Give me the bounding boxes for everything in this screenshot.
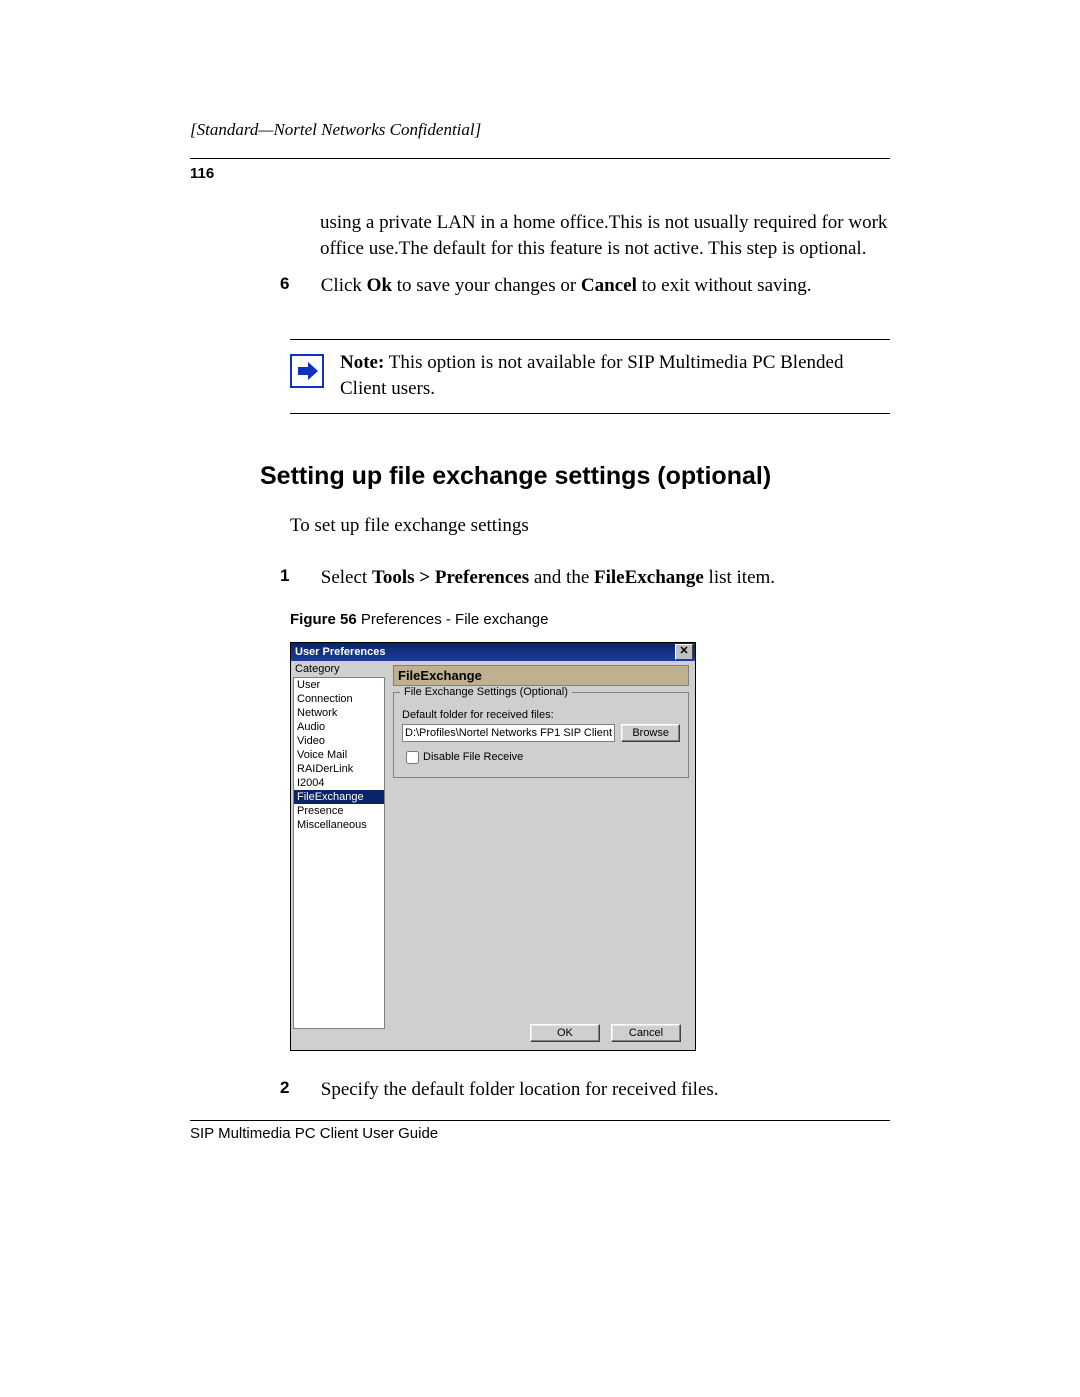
continued-paragraph: using a private LAN in a home office.Thi… <box>320 210 890 261</box>
bold-ok: Ok <box>367 275 392 296</box>
preferences-dialog: User Preferences ✕ Category UserConnecti… <box>290 642 696 1051</box>
step-2: 2 Specify the default folder location fo… <box>280 1077 890 1103</box>
figure-caption: Figure 56 Preferences - File exchange <box>290 611 890 628</box>
note-label: Note: <box>340 352 384 373</box>
header-rule <box>190 158 890 159</box>
folder-path-input[interactable] <box>402 724 615 742</box>
note-body: This option is not available for SIP Mul… <box>340 352 843 399</box>
section-heading: Setting up file exchange settings (optio… <box>260 462 890 491</box>
step-number: 6 <box>280 273 316 296</box>
text-fragment: and the <box>529 567 594 588</box>
category-item[interactable]: Presence <box>294 804 384 818</box>
disable-receive-checkbox[interactable] <box>406 751 419 764</box>
step-6: 6 Click Ok to save your changes or Cance… <box>280 273 890 299</box>
close-button[interactable]: ✕ <box>675 644 693 660</box>
arrow-right-icon <box>290 354 324 388</box>
step-1: 1 Select Tools > Preferences and the Fil… <box>280 565 890 591</box>
step-text: Click Ok to save your changes or Cancel … <box>321 273 881 299</box>
figure-title: Preferences - File exchange <box>357 611 549 628</box>
category-label: Category <box>295 663 385 675</box>
footer-guide-title: SIP Multimedia PC Client User Guide <box>190 1125 890 1142</box>
settings-groupbox: File Exchange Settings (Optional) Defaul… <box>393 692 689 778</box>
text-fragment: Click <box>321 275 367 296</box>
step-text: Select Tools > Preferences and the FileE… <box>321 565 881 591</box>
text-fragment: to exit without saving. <box>637 275 812 296</box>
bold-item: FileExchange <box>594 567 704 588</box>
browse-button[interactable]: Browse <box>621 724 680 742</box>
dialog-title: User Preferences <box>295 643 386 661</box>
text-fragment: to save your changes or <box>392 275 581 296</box>
dialog-titlebar: User Preferences ✕ <box>291 643 695 661</box>
category-item[interactable]: Voice Mail <box>294 748 384 762</box>
disable-receive-option[interactable]: Disable File Receive <box>402 751 523 763</box>
category-item[interactable]: Video <box>294 734 384 748</box>
category-item[interactable]: I2004 <box>294 776 384 790</box>
category-list[interactable]: UserConnectionNetworkAudioVideoVoice Mai… <box>293 677 385 1029</box>
category-item[interactable]: User <box>294 678 384 692</box>
figure-label: Figure 56 <box>290 611 357 628</box>
category-item[interactable]: Network <box>294 706 384 720</box>
step-text: Specify the default folder location for … <box>321 1077 881 1103</box>
step-number: 2 <box>280 1077 316 1100</box>
checkbox-label: Disable File Receive <box>423 751 523 763</box>
category-item[interactable]: FileExchange <box>294 790 384 804</box>
bold-menu-path: Tools > Preferences <box>372 567 529 588</box>
lead-paragraph: To set up file exchange settings <box>290 515 890 537</box>
text-fragment: Select <box>321 567 372 588</box>
footer-rule <box>190 1120 890 1121</box>
groupbox-legend: File Exchange Settings (Optional) <box>400 686 572 698</box>
note-text: Note: This option is not available for S… <box>340 350 880 401</box>
ok-button[interactable]: OK <box>530 1024 600 1042</box>
page-number: 116 <box>190 165 890 182</box>
bold-cancel: Cancel <box>581 275 637 296</box>
category-item[interactable]: Connection <box>294 692 384 706</box>
folder-label: Default folder for received files: <box>402 709 680 721</box>
note-box: Note: This option is not available for S… <box>290 339 890 414</box>
category-item[interactable]: Audio <box>294 720 384 734</box>
category-item[interactable]: RAIDerLink <box>294 762 384 776</box>
confidential-header: [Standard—Nortel Networks Confidential] <box>190 120 890 140</box>
cancel-button[interactable]: Cancel <box>611 1024 681 1042</box>
step-number: 1 <box>280 565 316 588</box>
panel-title: FileExchange <box>393 665 689 686</box>
text-fragment: list item. <box>704 567 775 588</box>
category-item[interactable]: Miscellaneous <box>294 818 384 832</box>
